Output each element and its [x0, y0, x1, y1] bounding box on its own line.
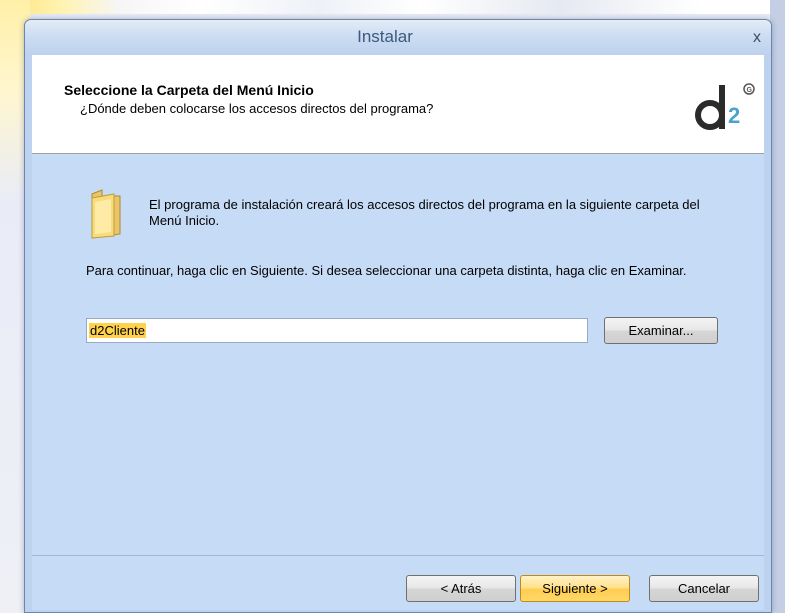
folder-input-value: d2Cliente — [89, 323, 146, 338]
instructions-text: Para continuar, haga clic en Siguiente. … — [86, 263, 687, 278]
folder-icon — [91, 189, 121, 239]
dialog-client-area: Seleccione la Carpeta del Menú Inicio ¿D… — [32, 55, 764, 610]
window-title: Instalar — [357, 27, 413, 46]
start-menu-folder-input[interactable]: d2Cliente — [86, 318, 588, 343]
title-bar[interactable]: Instalar x — [25, 20, 771, 55]
d2-logo: 2 G — [695, 83, 755, 130]
page-title: Seleccione la Carpeta del Menú Inicio — [64, 82, 314, 98]
installer-window: Instalar x Seleccione la Carpeta del Men… — [24, 19, 772, 613]
intro-text: El programa de instalación creará los ac… — [149, 197, 700, 228]
wizard-header: Seleccione la Carpeta del Menú Inicio ¿D… — [32, 55, 764, 154]
footer-divider — [32, 555, 764, 556]
page-subtitle: ¿Dónde deben colocarse los accesos direc… — [80, 101, 434, 116]
close-icon[interactable]: x — [747, 28, 767, 48]
browse-button[interactable]: Examinar... — [604, 317, 718, 344]
desktop-background-top — [0, 0, 785, 14]
desktop-background-right — [770, 0, 785, 613]
svg-text:2: 2 — [728, 103, 740, 128]
next-button[interactable]: Siguiente > — [520, 575, 630, 602]
svg-text:G: G — [747, 87, 753, 94]
cancel-button[interactable]: Cancelar — [649, 575, 759, 602]
back-button[interactable]: < Atrás — [406, 575, 516, 602]
